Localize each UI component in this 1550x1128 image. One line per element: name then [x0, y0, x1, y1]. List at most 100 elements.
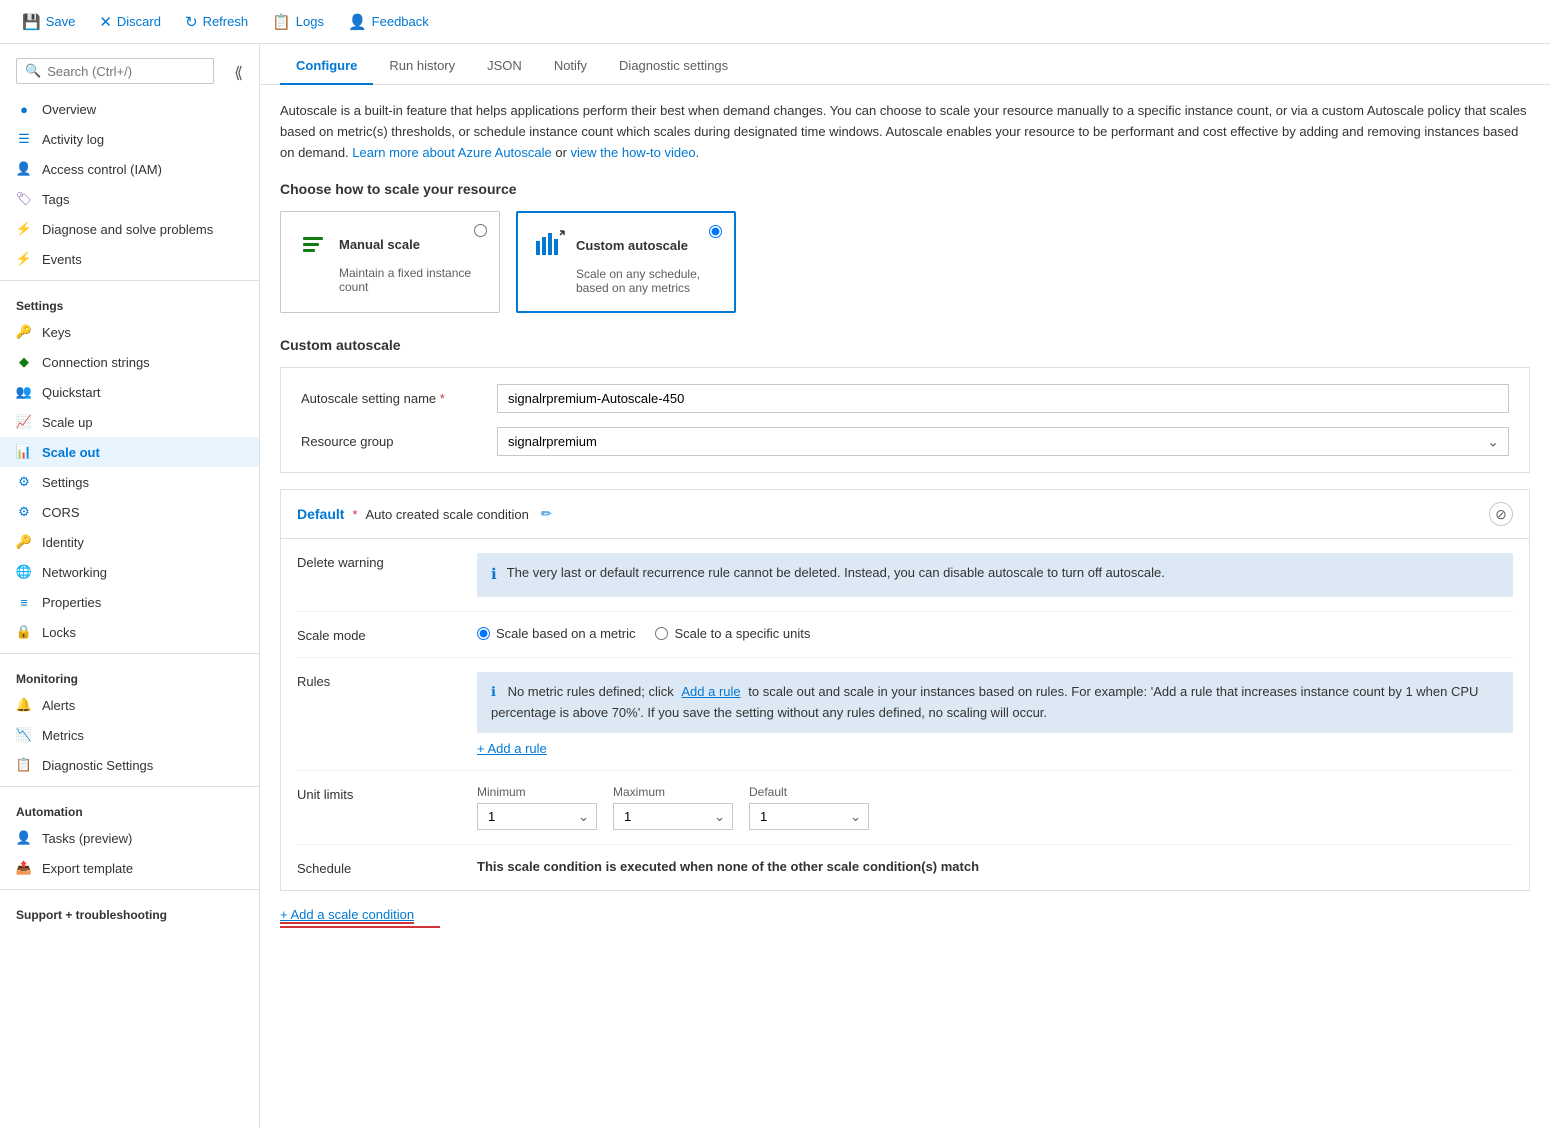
- tab-bar: Configure Run history JSON Notify Diagno…: [260, 48, 1550, 85]
- sidebar-item-diagnose[interactable]: ⚡ Diagnose and solve problems: [0, 214, 259, 244]
- sidebar-item-cors[interactable]: ⚙ CORS: [0, 497, 259, 527]
- refresh-icon: ↻: [185, 13, 198, 31]
- manual-scale-desc: Maintain a fixed instance count: [297, 266, 483, 294]
- delete-warning-content: ℹ The very last or default recurrence ru…: [477, 553, 1513, 597]
- diagnostic-icon: 📋: [16, 757, 32, 773]
- content-body: Autoscale is a built-in feature that hel…: [260, 85, 1550, 944]
- scale-metric-option[interactable]: Scale based on a metric: [477, 626, 635, 641]
- scale-mode-content: Scale based on a metric Scale to a speci…: [477, 626, 1513, 643]
- how-to-video-link[interactable]: view the how-to video: [571, 145, 696, 160]
- sidebar-item-keys[interactable]: 🔑 Keys: [0, 317, 259, 347]
- sidebar-item-export-template[interactable]: 📤 Export template: [0, 853, 259, 883]
- sidebar-item-activity-log[interactable]: ☰ Activity log: [0, 124, 259, 154]
- tab-notify[interactable]: Notify: [538, 48, 603, 85]
- sidebar-item-identity[interactable]: 🔑 Identity: [0, 527, 259, 557]
- support-section-label: Support + troubleshooting: [0, 896, 259, 926]
- refresh-button[interactable]: ↻ Refresh: [175, 9, 258, 35]
- rules-row: Rules ℹ No metric rules defined; click A…: [297, 658, 1513, 772]
- sidebar-item-networking[interactable]: 🌐 Networking: [0, 557, 259, 587]
- tab-configure[interactable]: Configure: [280, 48, 373, 85]
- networking-icon: 🌐: [16, 564, 32, 580]
- sidebar-item-events[interactable]: ⚡ Events: [0, 244, 259, 274]
- sidebar-item-properties[interactable]: ≡ Properties: [0, 587, 259, 617]
- tab-json[interactable]: JSON: [471, 48, 538, 85]
- unit-minimum-label: Minimum: [477, 785, 597, 799]
- custom-autoscale-card[interactable]: Custom autoscale Scale on any schedule, …: [516, 211, 736, 313]
- rules-info-icon: ℹ: [491, 684, 496, 699]
- custom-autoscale-radio-input[interactable]: [709, 225, 722, 238]
- alert-icon: 🔔: [16, 697, 32, 713]
- main-layout: 🔍 ⟪ ● Overview ☰ Activity log 👤 Access c…: [0, 44, 1550, 1128]
- unit-default-label: Default: [749, 785, 869, 799]
- schedule-content: This scale condition is executed when no…: [477, 859, 1513, 876]
- person-icon: 👤: [16, 161, 32, 177]
- setting-name-control: [497, 384, 1509, 413]
- sidebar-item-alerts[interactable]: 🔔 Alerts: [0, 690, 259, 720]
- add-rule-button[interactable]: + Add a rule: [477, 741, 1513, 756]
- scale-specific-radio[interactable]: [655, 627, 668, 640]
- sidebar-item-metrics[interactable]: 📉 Metrics: [0, 720, 259, 750]
- save-button[interactable]: 💾 Save: [12, 9, 85, 35]
- scaleup-icon: 📈: [16, 414, 32, 430]
- add-rule-link-inline[interactable]: Add a rule: [681, 684, 740, 699]
- add-scale-condition-label: + Add a scale condition: [280, 907, 414, 924]
- unit-limits-content: Minimum 1 Maximum: [477, 785, 1513, 830]
- metrics-icon: 📉: [16, 727, 32, 743]
- unit-minimum-select[interactable]: 1: [477, 803, 597, 830]
- scale-metric-radio[interactable]: [477, 627, 490, 640]
- scale-mode-label: Scale mode: [297, 626, 477, 643]
- sidebar-item-quickstart[interactable]: 👥 Quickstart: [0, 377, 259, 407]
- setting-name-label: Autoscale setting name *: [301, 391, 481, 406]
- sidebar-item-access-control[interactable]: 👤 Access control (IAM): [0, 154, 259, 184]
- sidebar-item-diagnostic-settings[interactable]: 📋 Diagnostic Settings: [0, 750, 259, 780]
- unit-maximum-group: Maximum 1: [613, 785, 733, 830]
- sidebar-item-scale-up[interactable]: 📈 Scale up: [0, 407, 259, 437]
- sidebar-item-overview[interactable]: ● Overview: [0, 94, 259, 124]
- tab-diagnostic-settings[interactable]: Diagnostic settings: [603, 48, 744, 85]
- add-scale-condition-button[interactable]: + Add a scale condition: [280, 907, 1530, 924]
- manual-scale-radio-input[interactable]: [474, 224, 487, 237]
- learn-more-link[interactable]: Learn more about Azure Autoscale: [352, 145, 551, 160]
- unit-limits-label: Unit limits: [297, 785, 477, 830]
- scale-condition-header: Default * Auto created scale condition ✏…: [281, 490, 1529, 539]
- scale-mode-radio-group: Scale based on a metric Scale to a speci…: [477, 626, 1513, 641]
- manual-scale-card[interactable]: Manual scale Maintain a fixed instance c…: [280, 211, 500, 313]
- logs-button[interactable]: 📋 Logs: [262, 9, 334, 35]
- gear-icon: ⚙: [16, 474, 32, 490]
- custom-autoscale-title: Custom autoscale: [576, 238, 688, 253]
- sidebar-item-tags[interactable]: 🏷 Tags: [0, 184, 259, 214]
- delete-condition-button[interactable]: ⊘: [1489, 502, 1513, 526]
- schedule-row: Schedule This scale condition is execute…: [297, 845, 1513, 890]
- sidebar-item-scale-out[interactable]: 📊 Scale out: [0, 437, 259, 467]
- collapse-button[interactable]: ⟪: [226, 59, 251, 87]
- sidebar-item-settings[interactable]: ⚙ Settings: [0, 467, 259, 497]
- settings-section-label: Settings: [0, 287, 259, 317]
- schedule-text: This scale condition is executed when no…: [477, 859, 1513, 874]
- resource-group-select-wrapper: signalrpremium: [497, 427, 1509, 456]
- discard-button[interactable]: ✕ Discard: [89, 9, 171, 35]
- manual-scale-radio[interactable]: [474, 224, 487, 240]
- toolbar: 💾 Save ✕ Discard ↻ Refresh 📋 Logs 👤 Feed…: [0, 0, 1550, 44]
- schedule-label: Schedule: [297, 859, 477, 876]
- discard-icon: ✕: [99, 13, 112, 31]
- sidebar-item-tasks[interactable]: 👤 Tasks (preview): [0, 823, 259, 853]
- tab-run-history[interactable]: Run history: [373, 48, 471, 85]
- custom-autoscale-radio[interactable]: [709, 225, 722, 241]
- add-scale-condition-underline-bar: [280, 926, 440, 928]
- edit-condition-icon[interactable]: ✏: [541, 506, 552, 522]
- search-input[interactable]: [47, 64, 205, 79]
- feedback-button[interactable]: 👤 Feedback: [338, 9, 439, 35]
- setting-name-input[interactable]: [497, 384, 1509, 413]
- search-box[interactable]: 🔍: [16, 58, 214, 84]
- sidebar-item-locks[interactable]: 🔒 Locks: [0, 617, 259, 647]
- feedback-icon: 👤: [348, 13, 367, 31]
- setting-name-required: *: [440, 391, 445, 406]
- unit-default-select[interactable]: 1: [749, 803, 869, 830]
- resource-group-select[interactable]: signalrpremium: [497, 427, 1509, 456]
- add-scale-condition-wrapper: + Add a scale condition: [280, 907, 1530, 928]
- save-icon: 💾: [22, 13, 41, 31]
- unit-maximum-select[interactable]: 1: [613, 803, 733, 830]
- sidebar-item-connection-strings[interactable]: ◆ Connection strings: [0, 347, 259, 377]
- condition-body: Delete warning ℹ The very last or defaul…: [281, 539, 1529, 890]
- scale-specific-option[interactable]: Scale to a specific units: [655, 626, 810, 641]
